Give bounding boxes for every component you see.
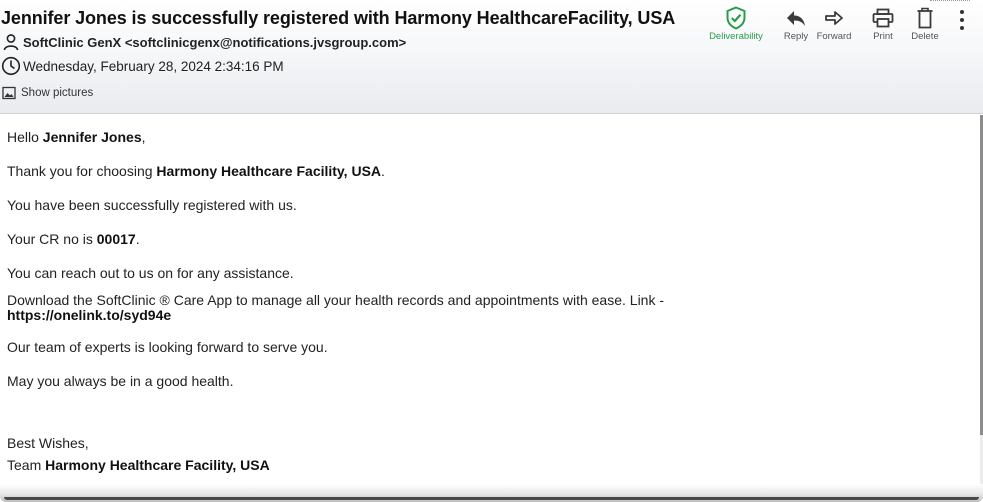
delete-label: Delete	[911, 31, 939, 42]
sender-row: SoftClinic GenX <softclinicgenx@notifica…	[1, 32, 406, 52]
shield-check-icon	[725, 6, 747, 30]
thanks-suffix: .	[381, 163, 385, 179]
sent-date: Wednesday, February 28, 2024 2:34:16 PM	[23, 58, 284, 74]
clock-icon	[1, 56, 21, 76]
email-header: Jennifer Jones is successfully registere…	[0, 0, 983, 114]
image-icon	[1, 85, 17, 101]
greeting-line: Hello Jennifer Jones,	[7, 129, 146, 146]
header-top-clip-right	[930, 0, 970, 2]
person-icon	[1, 32, 21, 52]
closing-line: Best Wishes,	[7, 435, 89, 451]
email-body: Hello Jennifer Jones, Thank you for choo…	[0, 115, 983, 487]
cr-prefix: Your CR no is	[7, 231, 97, 247]
signature-line: Team Harmony Healthcare Facility, USA	[7, 457, 270, 474]
cr-suffix: .	[135, 231, 140, 247]
thanks-line: Thank you for choosing Harmony Healthcar…	[7, 163, 385, 180]
cr-number: 00017	[96, 231, 136, 247]
download-link[interactable]: https://onelink.to/syd94e	[7, 308, 664, 323]
delete-button[interactable]: Delete	[895, 6, 955, 42]
download-text: Download the SoftClinic ® Care App to ma…	[7, 292, 665, 308]
email-subject: Jennifer Jones is successfully registere…	[1, 8, 676, 28]
download-paragraph: Download the SoftClinic ® Care App to ma…	[7, 293, 664, 323]
signature-name: Harmony Healthcare Facility, USA	[45, 457, 270, 473]
printer-icon	[872, 6, 894, 30]
date-row: Wednesday, February 28, 2024 2:34:16 PM	[1, 56, 284, 76]
forward-label: Forward	[816, 31, 852, 42]
forward-arrow-icon	[824, 6, 844, 30]
window-bottom-border	[4, 497, 979, 500]
deliverability-button[interactable]: Deliverability	[706, 6, 766, 42]
signature-prefix: Team	[7, 457, 46, 473]
cr-number-line: Your CR no is 00017.	[7, 231, 140, 248]
experts-line: Our team of experts is looking forward t…	[7, 339, 328, 355]
assistance-line: You can reach out to us on for any assis…	[7, 265, 294, 281]
show-pictures-label[interactable]: Show pictures	[21, 87, 93, 99]
header-top-clip	[20, 0, 160, 2]
trash-icon	[916, 6, 934, 30]
greeting-suffix: ,	[141, 129, 146, 145]
registered-line: You have been successfully registered wi…	[7, 197, 297, 213]
sender-address[interactable]: SoftClinic GenX <softclinicgenx@notifica…	[23, 35, 406, 50]
deliverability-label: Deliverability	[709, 31, 763, 42]
kebab-menu-icon[interactable]	[955, 10, 969, 30]
greeting-prefix: Hello	[7, 129, 43, 145]
facility-name: Harmony Healthcare Facility, USA	[156, 163, 382, 179]
good-health-line: May you always be in a good health.	[7, 373, 234, 389]
thanks-prefix: Thank you for choosing	[7, 163, 157, 179]
print-label: Print	[873, 31, 893, 42]
show-pictures-link[interactable]: Show pictures	[1, 85, 93, 101]
recipient-name: Jennifer Jones	[42, 129, 142, 145]
